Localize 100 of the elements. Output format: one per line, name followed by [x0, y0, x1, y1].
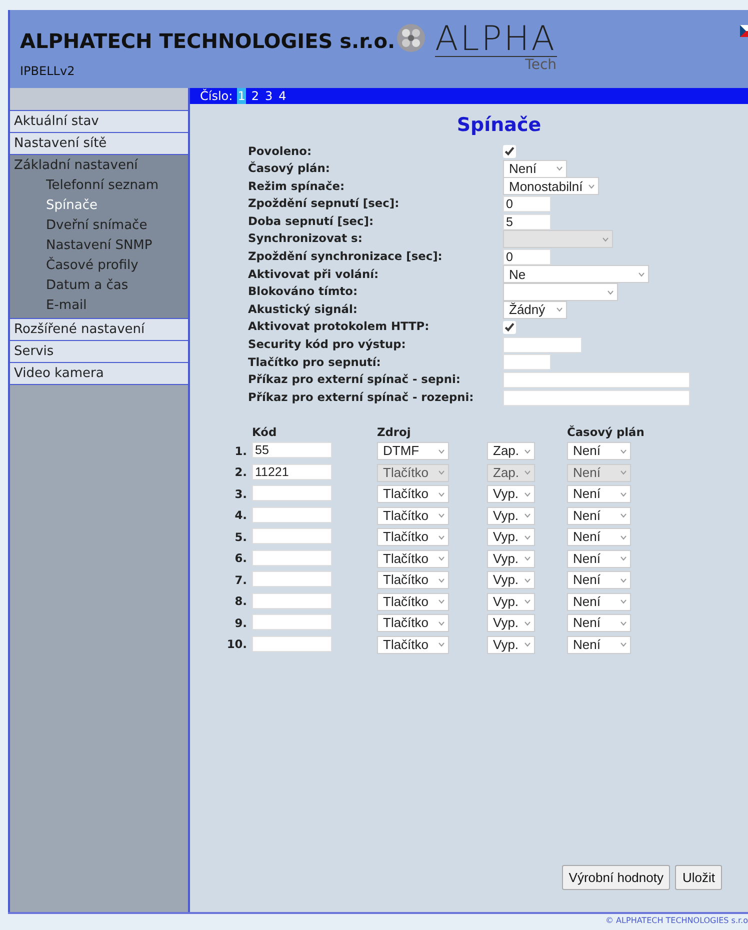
caret-icon: [638, 272, 645, 277]
dropdown[interactable]: Žádný: [503, 300, 567, 319]
number-link[interactable]: 4: [278, 88, 288, 104]
sidebar-item[interactable]: Video kamera: [10, 363, 188, 385]
input-field[interactable]: [252, 592, 332, 609]
caret-icon: [588, 184, 595, 189]
dropdown[interactable]: Tlačítko: [377, 528, 449, 546]
caret-icon: [438, 492, 445, 497]
row-number: 6.: [234, 550, 248, 568]
sidebar-subitem[interactable]: Telefonní seznam: [10, 176, 188, 196]
input-field[interactable]: 5: [503, 214, 551, 230]
input-field[interactable]: [503, 336, 582, 353]
logo-emblem-icon: [395, 22, 427, 54]
caret-icon: [620, 578, 627, 583]
dropdown[interactable]: Tlačítko: [377, 592, 449, 611]
dropdown[interactable]: Vyp.: [487, 506, 535, 525]
caret-icon: [556, 166, 563, 172]
sidebar-subitem[interactable]: Dveřní snímače: [10, 216, 188, 236]
input-field[interactable]: [252, 571, 332, 588]
sidebar-subitem[interactable]: Časové profily: [10, 256, 188, 276]
dropdown[interactable]: Není: [567, 442, 631, 460]
dropdown[interactable]: Není: [567, 592, 631, 611]
dropdown[interactable]: Vyp.: [487, 636, 535, 654]
dropdown[interactable]: Není: [567, 571, 631, 590]
caret-icon: [607, 290, 614, 295]
dropdown[interactable]: Není: [503, 160, 567, 178]
dropdown[interactable]: Tlačítko: [377, 571, 449, 590]
input-field[interactable]: [503, 354, 551, 370]
input-field[interactable]: [252, 550, 332, 566]
dropdown[interactable]: Vyp.: [487, 614, 535, 632]
input-field[interactable]: [503, 390, 690, 406]
dropdown[interactable]: Tlačítko: [377, 614, 449, 632]
dropdown[interactable]: [503, 283, 618, 302]
input-field[interactable]: [252, 636, 332, 652]
number-label: Číslo:: [200, 88, 233, 104]
input-field[interactable]: [503, 372, 690, 388]
dropdown[interactable]: Vyp.: [487, 550, 535, 568]
sidebar-item[interactable]: Servis: [10, 341, 188, 363]
input-field[interactable]: [252, 528, 332, 544]
caret-icon: [524, 534, 531, 540]
flag-icon[interactable]: [740, 25, 748, 37]
input-field[interactable]: 0: [503, 248, 551, 265]
caret-icon: [524, 556, 531, 562]
dropdown[interactable]: DTMF: [377, 442, 449, 460]
field-label: Synchronizovat s:: [248, 231, 364, 248]
sidebar-item[interactable]: Rozšířené nastavení: [10, 319, 188, 341]
caret-icon: [438, 642, 445, 648]
field-label: Doba sepnutí [sec]:: [248, 214, 375, 230]
dropdown[interactable]: Není: [567, 528, 631, 546]
input-field[interactable]: 55: [252, 442, 332, 458]
sidebar-subitem[interactable]: Datum a čas: [10, 276, 188, 296]
row-number: 4.: [234, 507, 248, 524]
field-label: Blokováno tímto:: [248, 284, 359, 300]
dropdown[interactable]: Tlačítko: [377, 550, 449, 568]
dropdown[interactable]: Tlačítko: [377, 636, 449, 654]
column-header: Zdroj: [377, 425, 412, 440]
sidebar-item[interactable]: Aktuální stav: [10, 111, 188, 133]
page-title: Spínače: [456, 113, 542, 138]
row-number: 1.: [234, 442, 248, 460]
row-number: 7.: [234, 572, 248, 589]
input-field[interactable]: [252, 485, 332, 502]
dropdown[interactable]: Není: [567, 506, 631, 525]
number-link[interactable]: 2: [250, 88, 260, 104]
dropdown[interactable]: Není: [567, 614, 631, 632]
caret-icon: [620, 513, 627, 518]
dropdown[interactable]: Není: [567, 485, 631, 504]
dropdown[interactable]: Monostabilní: [503, 177, 599, 196]
row-number: 5.: [234, 528, 248, 546]
dropdown[interactable]: Zap.: [487, 442, 535, 460]
caret-icon: [556, 307, 563, 312]
dropdown[interactable]: Vyp.: [487, 592, 535, 611]
caret-icon: [524, 642, 531, 648]
number-link[interactable]: 3: [264, 88, 274, 104]
caret-icon: [620, 492, 627, 497]
input-field[interactable]: [252, 506, 332, 523]
dropdown[interactable]: Tlačítko: [377, 506, 449, 525]
caret-icon: [524, 578, 531, 583]
input-field[interactable]: [252, 614, 332, 630]
caret-icon: [602, 236, 609, 242]
checkbox[interactable]: [503, 144, 516, 158]
dropdown[interactable]: Tlačítko: [377, 485, 449, 504]
checkbox[interactable]: [503, 320, 516, 334]
form-button[interactable]: Výrobní hodnoty: [562, 864, 670, 890]
dropdown[interactable]: Vyp.: [487, 571, 535, 590]
caret-icon: [438, 534, 445, 540]
dropdown[interactable]: Není: [567, 636, 631, 654]
row-number: 3.: [234, 486, 248, 503]
form-button[interactable]: Uložit: [675, 864, 722, 890]
field-label: Akustický signál:: [248, 302, 358, 318]
sidebar-subitem[interactable]: Nastavení SNMP: [10, 236, 188, 256]
sidebar-item[interactable]: Základní nastavení: [10, 155, 188, 176]
sidebar-subitem[interactable]: E-mail: [10, 296, 188, 316]
dropdown[interactable]: Vyp.: [487, 528, 535, 546]
company-name: ALPHATECH TECHNOLOGIES s.r.o.: [20, 28, 396, 55]
dropdown[interactable]: Vyp.: [487, 485, 535, 504]
caret-icon: [524, 599, 531, 604]
input-field[interactable]: 0: [503, 196, 551, 212]
dropdown[interactable]: Není: [567, 550, 631, 568]
sidebar-item[interactable]: Nastavení sítě: [10, 133, 188, 155]
dropdown[interactable]: Ne: [503, 265, 649, 284]
